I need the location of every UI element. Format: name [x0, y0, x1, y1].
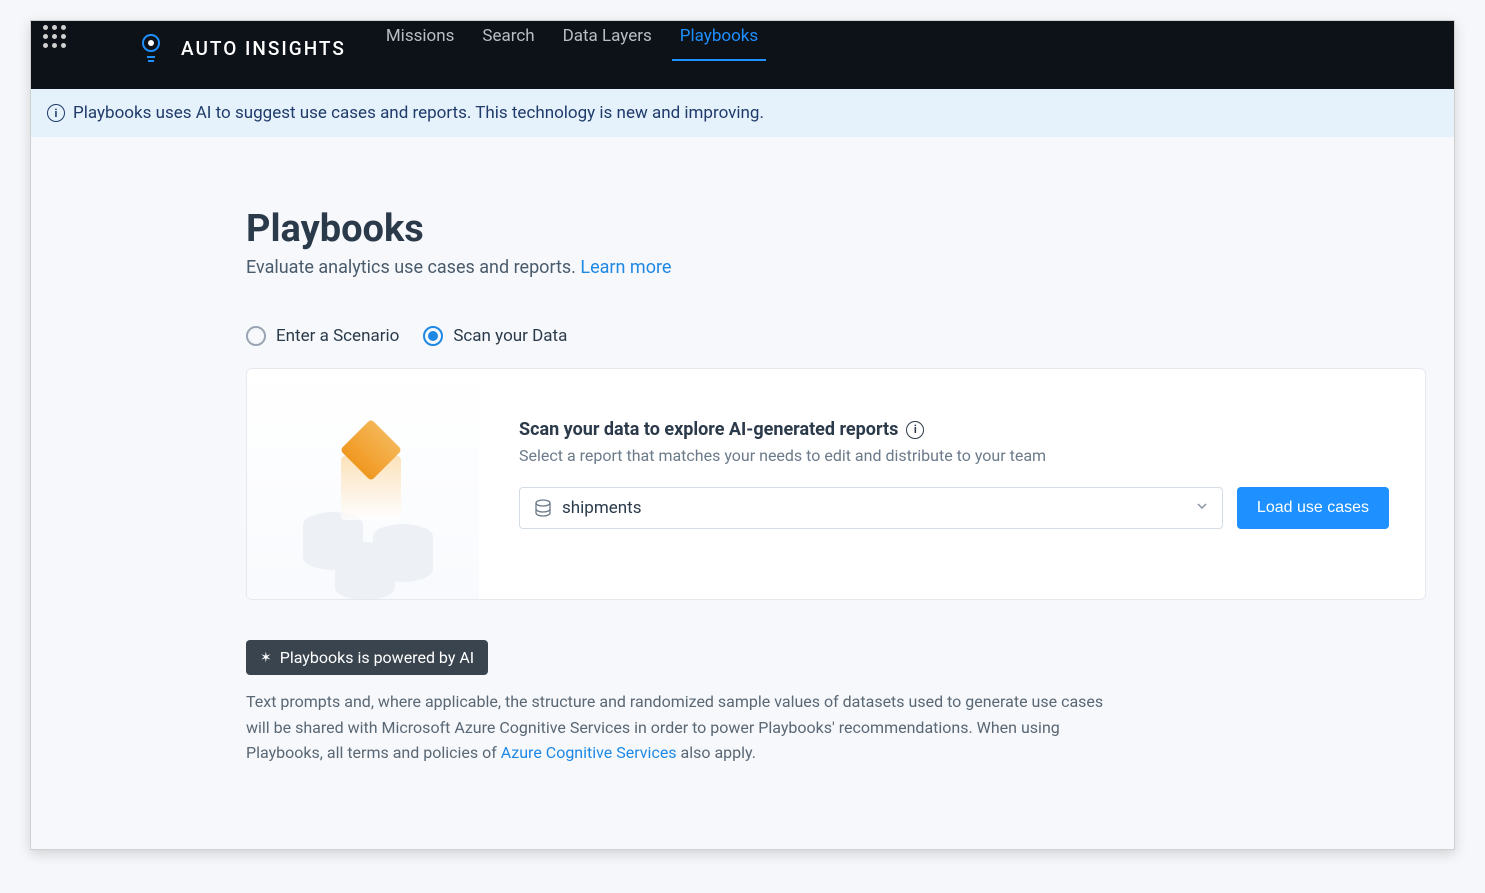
- load-use-cases-button[interactable]: Load use cases: [1237, 487, 1389, 529]
- radio-enter-scenario[interactable]: Enter a Scenario: [246, 326, 399, 346]
- nav-search[interactable]: Search: [468, 21, 548, 89]
- lightbulb-icon: [139, 33, 163, 63]
- card-illustration: [247, 369, 479, 599]
- ai-powered-badge: ✶ Playbooks is powered by AI: [246, 640, 488, 675]
- ai-badge-text: Playbooks is powered by AI: [280, 648, 474, 667]
- select-value: shipments: [562, 498, 1196, 518]
- nav-playbooks[interactable]: Playbooks: [666, 21, 772, 89]
- brand-name: AUTO INSIGHTS: [181, 37, 346, 60]
- radio-scan-data[interactable]: Scan your Data: [423, 326, 567, 346]
- info-banner: i Playbooks uses AI to suggest use cases…: [31, 89, 1454, 137]
- card-title: Scan your data to explore AI-generated r…: [519, 419, 898, 440]
- database-icon: [534, 499, 552, 517]
- card-subtitle: Select a report that matches your needs …: [519, 446, 1389, 465]
- radio-label: Scan your Data: [453, 326, 567, 346]
- chevron-down-icon: [1196, 500, 1208, 516]
- radio-circle-icon: [423, 326, 443, 346]
- radio-circle-icon: [246, 326, 266, 346]
- scan-data-card: Scan your data to explore AI-generated r…: [246, 368, 1426, 600]
- radio-label: Enter a Scenario: [276, 326, 399, 346]
- page-subtitle: Evaluate analytics use cases and reports…: [246, 257, 1426, 278]
- info-icon: i: [47, 104, 65, 122]
- sparkle-icon: ✶: [260, 650, 272, 666]
- info-icon[interactable]: i: [906, 421, 924, 439]
- nav-data-layers[interactable]: Data Layers: [549, 21, 666, 89]
- mode-radio-group: Enter a Scenario Scan your Data: [246, 326, 1426, 346]
- info-banner-text: Playbooks uses AI to suggest use cases a…: [73, 103, 764, 123]
- azure-link[interactable]: Azure Cognitive Services: [501, 743, 677, 762]
- ai-disclaimer: Text prompts and, where applicable, the …: [246, 689, 1126, 766]
- page-title: Playbooks: [246, 207, 1426, 251]
- top-nav: AUTO INSIGHTS Missions Search Data Layer…: [31, 21, 1454, 89]
- learn-more-link[interactable]: Learn more: [580, 257, 671, 278]
- dataset-select[interactable]: shipments: [519, 487, 1223, 529]
- nav-missions[interactable]: Missions: [372, 21, 469, 89]
- apps-grid-icon[interactable]: [41, 23, 69, 51]
